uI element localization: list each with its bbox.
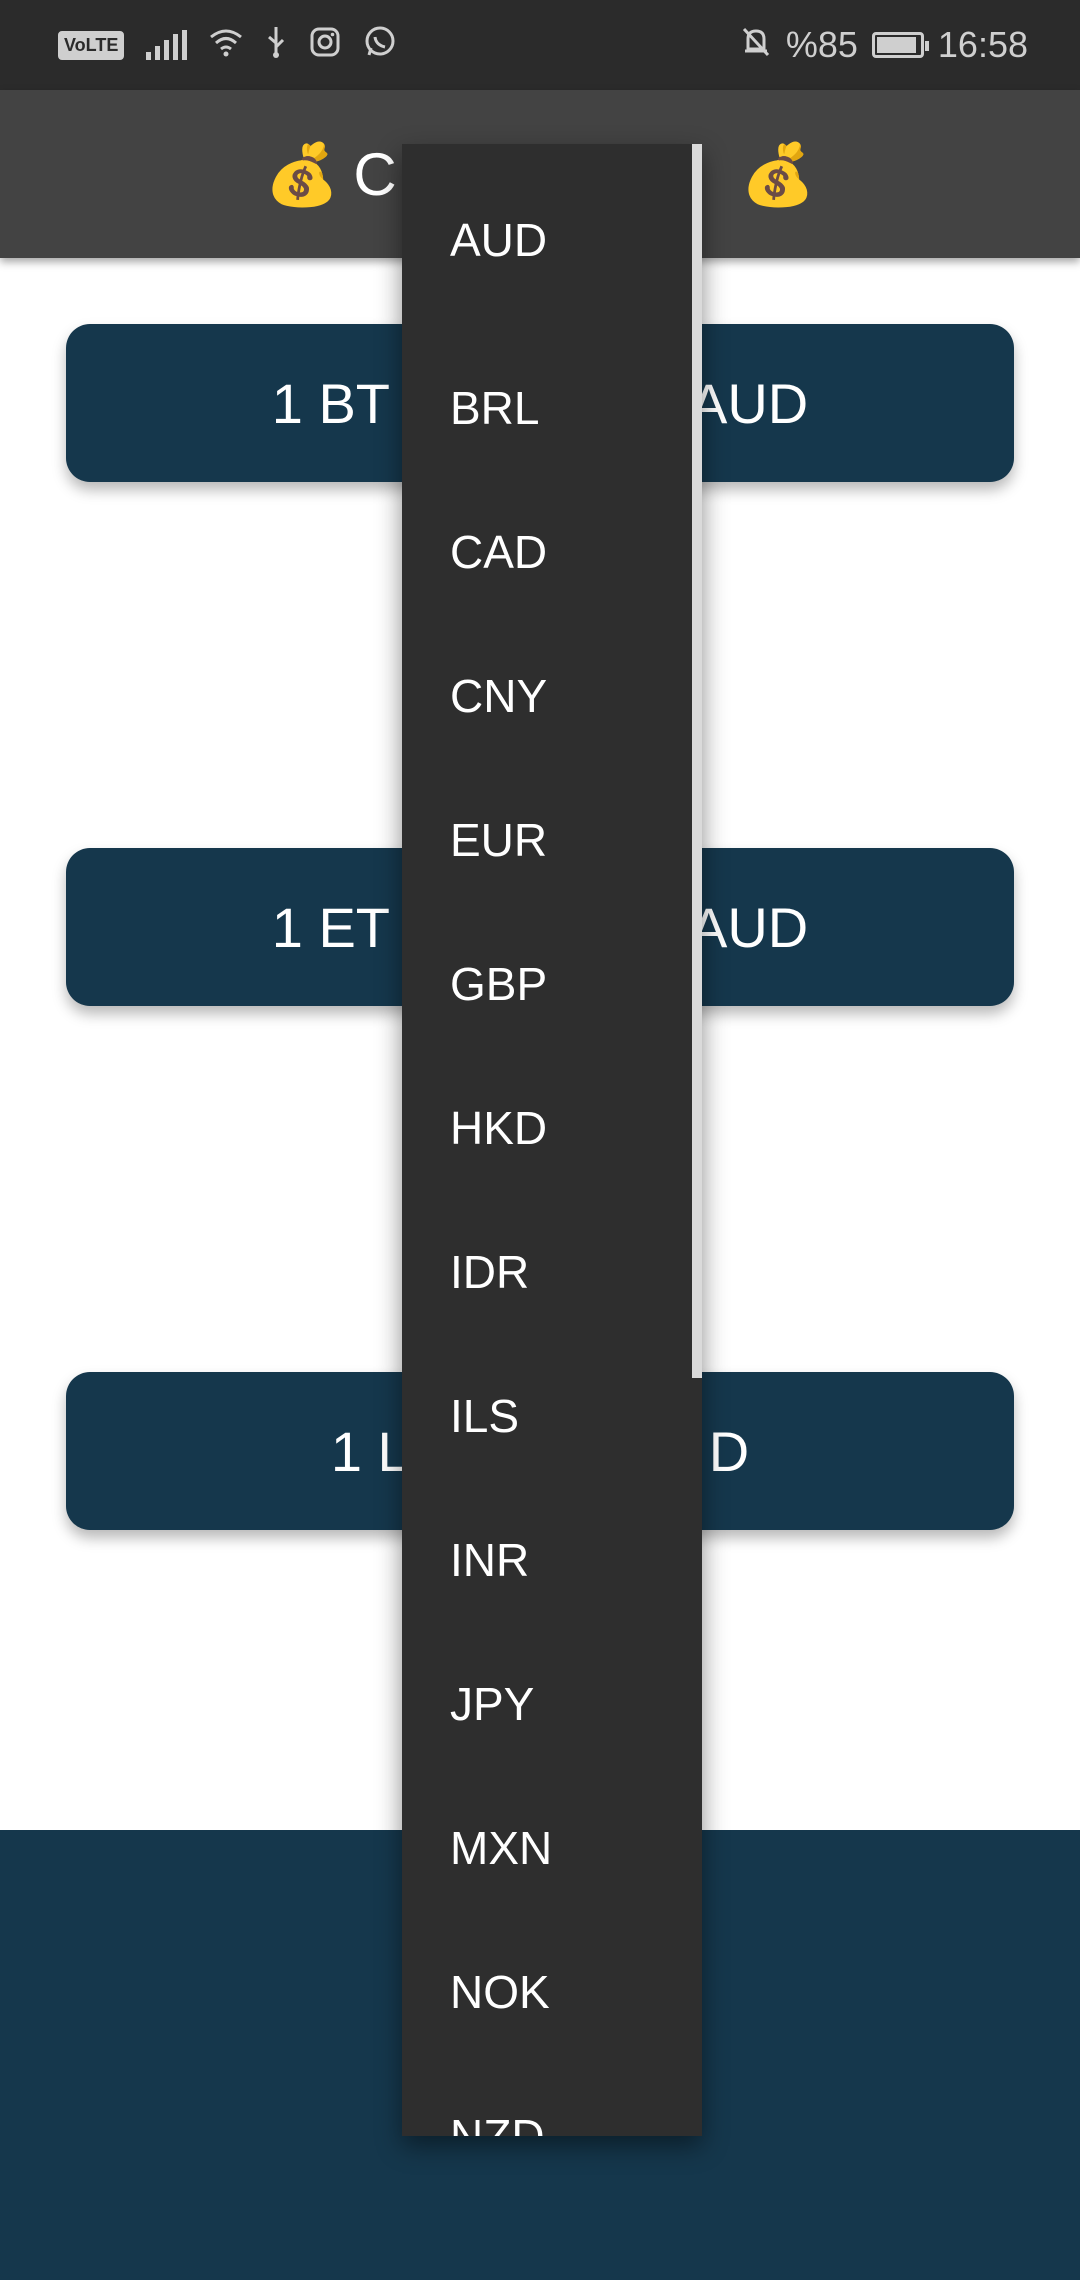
dropdown-item[interactable]: HKD [402,1056,702,1200]
dropdown-item[interactable]: AUD [402,144,702,336]
currency-dropdown-menu[interactable]: AUD BRL CAD CNY EUR GBP HKD IDR ILS INR … [402,144,702,2136]
status-left-icons: VoLTE [58,0,397,90]
dropdown-item[interactable]: MXN [402,1776,702,1920]
instagram-icon [309,26,341,64]
rate-card-left-text: 1 L [330,1419,409,1483]
dropdown-item[interactable]: CAD [402,480,702,624]
rate-card-right-text: AUD [690,371,809,435]
dropdown-item[interactable]: EUR [402,768,702,912]
rate-card-left-text: 1 ET [271,895,391,959]
whatsapp-icon [363,25,397,65]
dropdown-item[interactable]: NZD [402,2064,702,2136]
dropdown-item[interactable]: IDR [402,1200,702,1344]
dropdown-scrollbar[interactable] [692,144,702,1378]
dropdown-item[interactable]: GBP [402,912,702,1056]
status-right-icons: %85 16:58 [740,0,1028,90]
app-title: C [353,140,397,208]
volte-icon: VoLTE [58,30,125,60]
dropdown-item[interactable]: NOK [402,1920,702,2064]
battery-percent: %85 [785,24,858,65]
battery-icon [871,32,929,58]
money-bag-icon-left: 💰 [264,140,340,208]
money-bag-icon-right: 💰 [740,140,816,208]
rate-card-left-text: 1 BT [271,371,391,435]
dropdown-item[interactable]: CNY [402,624,702,768]
mute-icon [740,25,772,65]
dropdown-item[interactable]: BRL [402,336,702,480]
rate-card-right-text: AUD [690,895,809,959]
rate-card-right-text: D [708,1419,750,1483]
dropdown-item[interactable]: INR [402,1488,702,1632]
usb-icon [265,25,287,65]
wifi-icon [209,27,243,63]
dropdown-item[interactable]: ILS [402,1344,702,1488]
status-bar: VoLTE %85 16:58 [0,0,1080,90]
signal-icon [146,30,188,60]
clock: 16:58 [937,24,1028,65]
dropdown-item[interactable]: JPY [402,1632,702,1776]
